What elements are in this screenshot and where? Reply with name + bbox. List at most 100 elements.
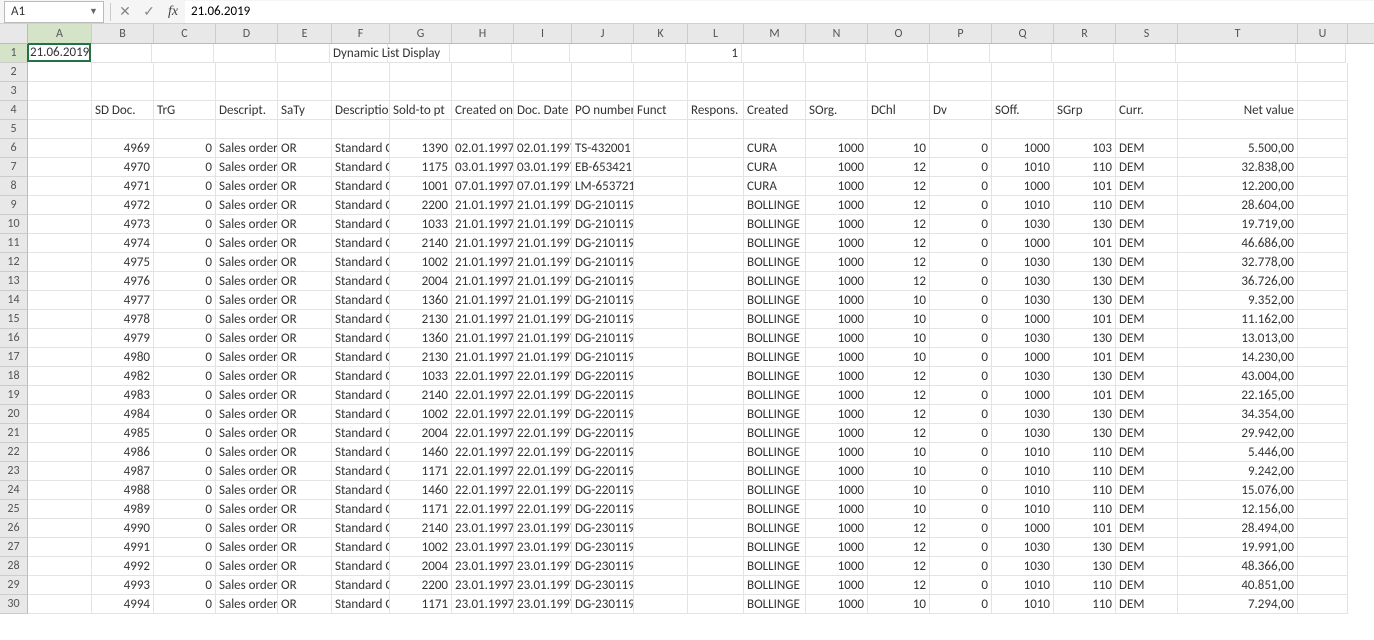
cell[interactable]: DEM	[1116, 557, 1178, 576]
cell[interactable]: 4972	[92, 196, 154, 215]
cell[interactable]	[28, 405, 92, 424]
cell[interactable]: 22.01.1997	[514, 443, 572, 462]
cell[interactable]	[572, 120, 634, 139]
cell[interactable]	[634, 215, 688, 234]
cell[interactable]	[28, 329, 92, 348]
cell[interactable]	[28, 196, 92, 215]
column-header-B[interactable]: B	[92, 24, 154, 43]
cell[interactable]	[28, 272, 92, 291]
cell[interactable]: 5.446,00	[1178, 443, 1298, 462]
cell[interactable]: 110	[1054, 481, 1116, 500]
cell[interactable]	[634, 424, 688, 443]
cell[interactable]	[688, 177, 744, 196]
row-header-9[interactable]: 9	[0, 196, 28, 215]
cell[interactable]: 22.01.1997	[452, 405, 514, 424]
cell[interactable]: BOLLINGE	[744, 215, 806, 234]
column-label[interactable]: SOff.	[992, 101, 1054, 120]
cell[interactable]: OR	[278, 424, 332, 443]
cell[interactable]	[634, 386, 688, 405]
cell[interactable]	[1298, 63, 1348, 82]
column-label[interactable]: Descript.	[216, 101, 278, 120]
cell[interactable]: BOLLINGE	[744, 367, 806, 386]
cell[interactable]: 4982	[92, 367, 154, 386]
cell[interactable]: 12	[868, 519, 930, 538]
cell[interactable]: 21.01.1997	[514, 215, 572, 234]
cell[interactable]: 21.01.1997	[452, 234, 514, 253]
cell[interactable]	[92, 63, 154, 82]
cell[interactable]	[688, 329, 744, 348]
column-label[interactable]: Curr.	[1116, 101, 1178, 120]
cell[interactable]: BOLLINGE	[744, 481, 806, 500]
cell[interactable]	[688, 443, 744, 462]
cell[interactable]	[744, 82, 806, 101]
cell[interactable]	[688, 348, 744, 367]
cell[interactable]: 12	[868, 386, 930, 405]
cell[interactable]: 1010	[992, 481, 1054, 500]
cell[interactable]: 46.686,00	[1178, 234, 1298, 253]
cell[interactable]	[154, 82, 216, 101]
cell[interactable]: 1030	[992, 424, 1054, 443]
cell[interactable]: 2130	[390, 348, 452, 367]
cell[interactable]: 0	[154, 443, 216, 462]
column-label[interactable]: Description	[332, 101, 390, 120]
cell[interactable]	[1298, 500, 1348, 519]
cell[interactable]: 130	[1054, 557, 1116, 576]
row-header-19[interactable]: 19	[0, 386, 28, 405]
chevron-down-icon[interactable]: ▼	[89, 6, 99, 17]
cell[interactable]: Sales order	[216, 367, 278, 386]
cell[interactable]	[1298, 310, 1348, 329]
cell[interactable]: Standard O	[332, 291, 390, 310]
cell[interactable]	[634, 291, 688, 310]
cell[interactable]	[450, 44, 512, 63]
cell[interactable]: DEM	[1116, 462, 1178, 481]
cell[interactable]: 1001	[390, 177, 452, 196]
cell[interactable]: OR	[278, 557, 332, 576]
cell[interactable]: Sales order	[216, 386, 278, 405]
cell[interactable]: Sales order	[216, 234, 278, 253]
cell[interactable]: DEM	[1116, 595, 1178, 614]
cell[interactable]	[28, 348, 92, 367]
cell[interactable]: 1010	[992, 196, 1054, 215]
cell[interactable]: 0	[930, 538, 992, 557]
cell[interactable]: 1000	[806, 215, 868, 234]
cell[interactable]: DEM	[1116, 310, 1178, 329]
cell[interactable]	[634, 462, 688, 481]
cell[interactable]: DG-21011997-5	[572, 272, 634, 291]
cell[interactable]	[688, 215, 744, 234]
cell[interactable]: 10	[868, 139, 930, 158]
cell[interactable]: 12	[868, 538, 930, 557]
cell[interactable]: OR	[278, 386, 332, 405]
column-label[interactable]: Sold-to pt	[390, 101, 452, 120]
cell[interactable]	[332, 63, 390, 82]
row-header-21[interactable]: 21	[0, 424, 28, 443]
cell[interactable]	[634, 576, 688, 595]
cancel-icon[interactable]: ✕	[113, 1, 137, 23]
cell[interactable]	[688, 367, 744, 386]
cell[interactable]: 21.01.1997	[514, 291, 572, 310]
cell[interactable]	[278, 120, 332, 139]
column-header-K[interactable]: K	[634, 24, 688, 43]
cell[interactable]: DEM	[1116, 329, 1178, 348]
cell[interactable]: 10	[868, 500, 930, 519]
cell[interactable]: Standard O	[332, 538, 390, 557]
cell[interactable]: OR	[278, 196, 332, 215]
cell[interactable]: 4975	[92, 253, 154, 272]
cell[interactable]: 23.01.1997	[452, 576, 514, 595]
cell[interactable]: 19.991,00	[1178, 538, 1298, 557]
cell[interactable]: 1000	[806, 557, 868, 576]
cell[interactable]: 0	[930, 595, 992, 614]
row-header-20[interactable]: 20	[0, 405, 28, 424]
cell[interactable]: 22.01.1997	[452, 443, 514, 462]
row-header-3[interactable]: 3	[0, 82, 28, 101]
cell[interactable]: 0	[930, 557, 992, 576]
cell[interactable]: 2004	[390, 272, 452, 291]
cell[interactable]: DG-21011997-6	[572, 291, 634, 310]
cell[interactable]: 0	[930, 424, 992, 443]
cell[interactable]: DEM	[1116, 215, 1178, 234]
cell[interactable]: DG-22011997-4	[572, 424, 634, 443]
cell[interactable]: 40.851,00	[1178, 576, 1298, 595]
cell[interactable]: 21.01.1997	[514, 196, 572, 215]
row-header-7[interactable]: 7	[0, 158, 28, 177]
cell[interactable]	[278, 63, 332, 82]
cell[interactable]	[152, 44, 214, 63]
